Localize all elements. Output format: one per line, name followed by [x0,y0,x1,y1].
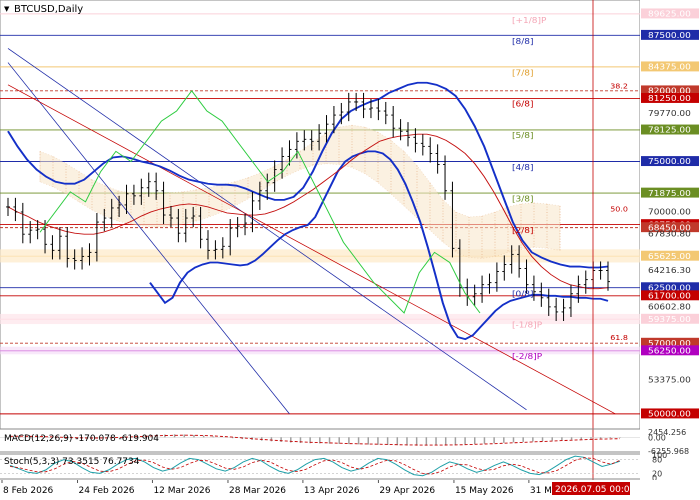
price-axis-label: 67830.80 [648,230,691,239]
time-axis-label: 15 May 2026 [455,486,514,496]
murrey-label: [2/8] [512,226,533,235]
chart-canvas[interactable]: [+1/8]P [8/8] [7/8] [6/8] [5/8] [4/8] [3/8] [2/… [0,0,700,500]
price-axis-label: 70000.00 [648,208,691,217]
macd-axis-label: 0.00 [648,433,666,442]
price-axis-label: 71875.00 [648,189,691,198]
price-axis-label: 75000.00 [648,158,691,167]
murrey-label: [4/8] [512,163,533,172]
price-axis [640,0,700,500]
price-axis-label: 89625.00 [648,10,691,19]
murrey-label: [3/8] [512,195,533,204]
dropdown-arrow-icon[interactable]: ▼ [4,5,10,13]
stoch-axis-label: 80 [652,456,662,465]
price-axis-label: 64216.30 [648,266,691,275]
murrey-label: [8/8] [512,37,533,46]
fib-label: 38.2 [610,82,628,91]
time-axis-label: 24 Feb 2026 [79,486,135,496]
symbol-label: BTCUSD,Daily [14,4,83,15]
macd-label: MACD(12,26,9) -170.078 -619.904 [4,434,159,444]
price-axis-label: 53375.00 [648,376,691,385]
time-axis-label: 8 Feb 2026 [3,486,54,496]
price-axis-label: 59375.00 [648,315,691,324]
murrey-label: [-1/8]P [512,321,542,330]
price-axis-label: 60602.80 [648,303,691,312]
fib-label: 61.8 [610,333,628,342]
fib-label: 50.0 [610,205,628,214]
time-axis-label: 12 Mar 2026 [153,486,210,496]
murrey-label: [-2/8]P [512,352,542,361]
time-axis-label: 28 Mar 2026 [229,486,286,496]
murrey-label: [6/8] [512,100,533,109]
price-axis-label: 56250.00 [648,347,691,356]
murrey-label: [5/8] [512,131,533,140]
time-axis: 8 Feb 2026 24 Feb 2026 12 Mar 2026 28 Mar 2… [0,480,700,500]
price-axis-label: 87500.00 [648,31,691,40]
current-time-label: 2026.07.05 00:00 [555,485,636,495]
stoch-label: Stoch(5,3,3) 73.3515 76.7734 [4,457,140,467]
stoch-panel: 10080200 [0,451,667,483]
price-axis-label: 65625.00 [648,252,691,261]
time-axis-label: 13 Apr 2026 [304,486,360,496]
murrey-label: [7/8] [512,69,533,78]
price-axis-label: 50000.00 [648,410,691,419]
level-band [0,346,640,355]
time-axis-label: 29 Apr 2026 [379,486,435,496]
level-band [0,249,640,263]
price-axis-label: 79770.00 [648,109,691,118]
level-band [0,313,640,325]
murrey-label: [0/8] [512,290,533,299]
price-axis-label: 84375.00 [648,63,691,72]
price-axis-label: 78125.00 [648,126,691,135]
trading-chart-window: [+1/8]P [8/8] [7/8] [6/8] [5/8] [4/8] [3/8] [2/… [0,0,700,500]
price-axis-label: 61700.00 [648,292,691,301]
price-axis-label: 81250.00 [648,94,691,103]
murrey-label: [+1/8]P [512,16,546,25]
